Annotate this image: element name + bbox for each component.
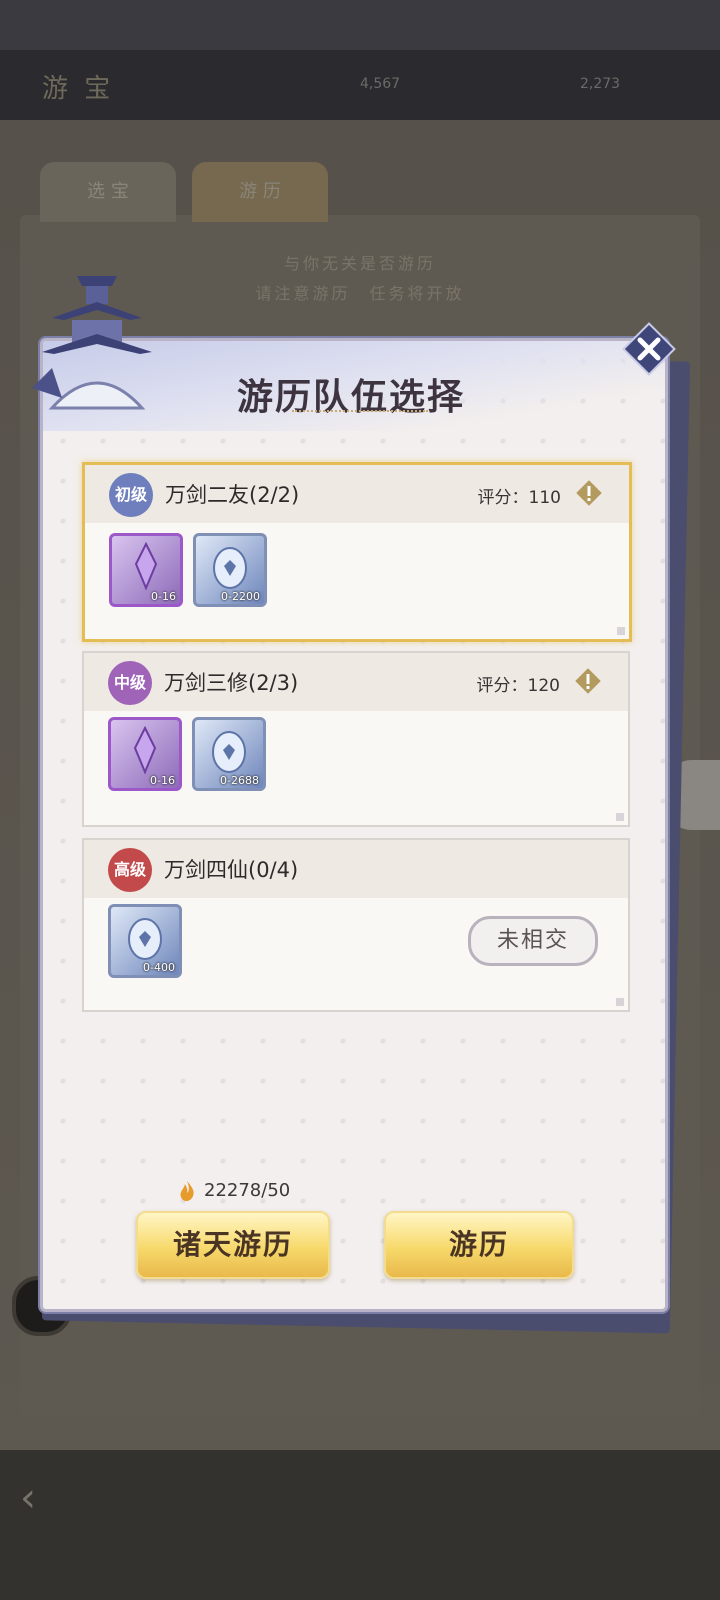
title-ornament — [292, 410, 428, 416]
score-value: 120 — [527, 676, 560, 696]
egg-graphic — [213, 547, 247, 589]
item-quantity: 0-2200 — [221, 590, 260, 603]
score-label: 评分： — [476, 676, 528, 696]
travel-button[interactable]: 游历 — [384, 1211, 574, 1279]
item-quantity: 0-16 — [150, 774, 175, 787]
level-badge: 中级 — [108, 661, 152, 705]
team-score: 评分：120 — [477, 671, 560, 696]
energy-value: 22278/50 — [204, 1180, 291, 1201]
crystal-item-icon[interactable]: 0-16 — [109, 533, 183, 607]
score-label: 评分： — [477, 488, 529, 508]
card-corner-ornament — [616, 813, 624, 821]
item-quantity: 0-16 — [151, 590, 176, 603]
spirit-egg-item-icon[interactable]: 0-2200 — [193, 533, 267, 607]
back-arrow-icon: ‹ — [20, 1475, 36, 1521]
team-name: 万剑四仙(0/4) — [164, 858, 299, 882]
team-card-primary[interactable]: 初级 万剑二友(2/2) 评分：110 0-16 0-2200 — [82, 462, 632, 642]
all-heavens-travel-button[interactable]: 诸天游历 — [136, 1211, 330, 1279]
spirit-egg-item-icon[interactable]: 0-400 — [108, 904, 182, 978]
diamond-score-icon[interactable] — [574, 667, 602, 695]
card-corner-ornament — [617, 627, 625, 635]
team-name: 万剑三修(2/3) — [164, 671, 299, 695]
status-not-acquainted: 未相交 — [468, 916, 598, 966]
background-tab-select: 选 宝 — [40, 162, 176, 222]
egg-graphic — [128, 918, 162, 960]
level-badge: 初级 — [109, 473, 153, 517]
team-score: 评分：110 — [478, 483, 561, 508]
spirit-egg-item-icon[interactable]: 0-2688 — [192, 717, 266, 791]
item-quantity: 0-400 — [143, 961, 175, 974]
background-resource-a: 4,567 — [360, 76, 401, 92]
crystal-item-icon[interactable]: 0-16 — [108, 717, 182, 791]
energy-counter: 22278/50 — [176, 1180, 376, 1204]
crystal-graphic — [134, 541, 158, 591]
score-value: 110 — [528, 488, 561, 508]
egg-graphic — [212, 731, 246, 773]
card-corner-ornament — [616, 998, 624, 1006]
crystal-graphic — [133, 725, 157, 775]
level-badge: 高级 — [108, 848, 152, 892]
background-tab-travel: 游 历 — [192, 162, 328, 222]
background-title: 游 宝 — [42, 74, 115, 104]
team-name: 万剑二友(2/2) — [165, 483, 300, 507]
diamond-score-icon[interactable] — [575, 479, 603, 507]
team-card-advanced[interactable]: 高级 万剑四仙(0/4) 0-400 未相交 — [82, 838, 630, 1012]
team-card-intermediate[interactable]: 中级 万剑三修(2/3) 评分：120 0-16 0-2688 — [82, 651, 630, 827]
flame-energy-icon — [180, 1181, 194, 1202]
background-resource-b: 2,273 — [580, 76, 621, 92]
item-quantity: 0-2688 — [220, 774, 259, 787]
